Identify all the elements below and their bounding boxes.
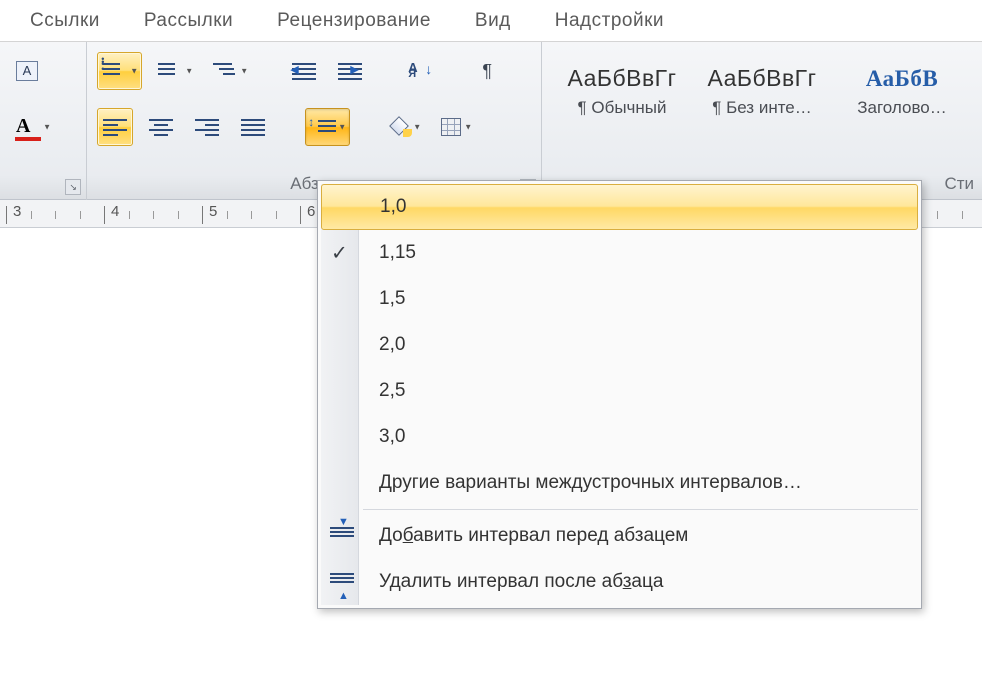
line-spacing-option-2-5[interactable]: 2,5: [321, 368, 918, 414]
styles-group: АаБбВвГг ¶ Обычный АаБбВвГг ¶ Без инте… …: [542, 42, 982, 200]
bullets-icon: [103, 60, 127, 82]
borders-icon: [441, 118, 461, 136]
style-sample: АаБбВ: [866, 65, 938, 92]
font-dialog-launcher[interactable]: ↘: [65, 179, 81, 195]
line-spacing-menu: 1,0 ✓ 1,15 1,5 2,0 2,5 3,0 Другие вариан…: [317, 180, 922, 609]
style-sample: АаБбВвГг: [707, 65, 816, 92]
align-right-button[interactable]: [189, 108, 225, 146]
menu-item-label: 2,0: [379, 334, 405, 356]
chevron-down-icon: ▼: [338, 123, 346, 132]
tab-references[interactable]: Ссылки: [30, 10, 100, 32]
menu-item-label: 3,0: [379, 426, 405, 448]
chevron-down-icon: ▼: [240, 67, 248, 76]
tab-addins[interactable]: Надстройки: [555, 10, 664, 32]
remove-space-after-paragraph[interactable]: ▲ Удалить интервал после абзаца: [321, 559, 918, 605]
tab-view[interactable]: Вид: [475, 10, 511, 32]
align-center-button[interactable]: [143, 108, 179, 146]
remove-space-after-icon: ▲: [330, 571, 354, 593]
decrease-indent-icon: ◀: [292, 60, 316, 82]
menu-item-label: 1,5: [379, 288, 405, 310]
line-spacing-option-1-0[interactable]: 1,0: [321, 184, 918, 230]
menu-item-label: 1,0: [380, 196, 406, 218]
align-right-icon: [195, 116, 219, 138]
menu-separator: [363, 509, 918, 510]
style-label: ¶ Обычный: [578, 98, 667, 118]
checkmark-icon: ✓: [331, 241, 348, 266]
decrease-indent-button[interactable]: ◀: [286, 52, 322, 90]
align-left-icon: [103, 116, 127, 138]
menu-item-label: Удалить интервал после абзаца: [379, 571, 663, 593]
styles-group-label: Сти: [944, 174, 974, 194]
shading-button[interactable]: ▼: [384, 108, 425, 146]
shading-icon: [390, 119, 410, 135]
ruler-number: 5: [209, 203, 217, 220]
style-tile-normal[interactable]: АаБбВвГг ¶ Обычный: [552, 52, 692, 130]
align-justify-icon: [241, 116, 265, 138]
chevron-down-icon: ▼: [43, 123, 51, 132]
chevron-down-icon: ▼: [130, 67, 138, 76]
line-spacing-options[interactable]: Другие варианты междустрочных интервалов…: [321, 460, 918, 506]
chevron-down-icon: ▼: [413, 123, 421, 132]
char-shading-icon: A: [16, 61, 38, 81]
character-shading-button[interactable]: A: [10, 52, 44, 90]
line-spacing-option-1-5[interactable]: 1,5: [321, 276, 918, 322]
line-spacing-button[interactable]: ↕ ▼: [305, 108, 350, 146]
add-space-before-icon: ▼: [330, 525, 354, 547]
chevron-down-icon: ▼: [464, 123, 472, 132]
paragraph-group: ▼ ▼ ▼ ◀ ▶ АЯ↓: [87, 42, 542, 200]
font-group-partial: A A ▼ ↘: [0, 42, 87, 200]
sort-icon: АЯ↓: [408, 61, 430, 81]
pilcrow-icon: ¶: [482, 62, 492, 80]
style-label: Заголово…: [857, 98, 947, 118]
tab-mailings[interactable]: Рассылки: [144, 10, 233, 32]
font-color-button[interactable]: A ▼: [10, 108, 55, 146]
line-spacing-option-2-0[interactable]: 2,0: [321, 322, 918, 368]
ruler-number: 6: [307, 203, 315, 220]
bullets-button[interactable]: ▼: [97, 52, 142, 90]
numbering-button[interactable]: ▼: [152, 52, 197, 90]
increase-indent-button[interactable]: ▶: [332, 52, 368, 90]
multilevel-list-button[interactable]: ▼: [207, 52, 252, 90]
menu-item-label: Добавить интервал перед абзацем: [379, 525, 688, 547]
numbering-icon: [158, 60, 182, 82]
line-spacing-option-1-15[interactable]: ✓ 1,15: [321, 230, 918, 276]
style-tile-nospacing[interactable]: АаБбВвГг ¶ Без инте…: [692, 52, 832, 130]
font-color-icon: A: [16, 116, 40, 138]
align-justify-button[interactable]: [235, 108, 271, 146]
style-tile-heading1[interactable]: АаБбВ Заголово…: [832, 52, 972, 130]
chevron-down-icon: ▼: [185, 67, 193, 76]
line-spacing-icon: ↕: [311, 116, 335, 138]
style-label: ¶ Без инте…: [712, 98, 812, 118]
add-space-before-paragraph[interactable]: ▼ Добавить интервал перед абзацем: [321, 513, 918, 559]
ruler-number: 3: [13, 203, 21, 220]
align-center-icon: [149, 116, 173, 138]
menu-item-label: 1,15: [379, 242, 416, 264]
ruler-number: 4: [111, 203, 119, 220]
tab-review[interactable]: Рецензирование: [277, 10, 431, 32]
show-pilcrow-button[interactable]: ¶: [470, 52, 504, 90]
borders-button[interactable]: ▼: [435, 108, 476, 146]
menu-item-label: Другие варианты междустрочных интервалов…: [379, 472, 802, 494]
ribbon: A A ▼ ↘ ▼ ▼: [0, 42, 982, 200]
increase-indent-icon: ▶: [338, 60, 362, 82]
align-left-button[interactable]: [97, 108, 133, 146]
multilevel-list-icon: [213, 60, 237, 82]
ribbon-tabs: Ссылки Рассылки Рецензирование Вид Надст…: [0, 0, 982, 42]
line-spacing-option-3-0[interactable]: 3,0: [321, 414, 918, 460]
sort-button[interactable]: АЯ↓: [402, 52, 436, 90]
style-sample: АаБбВвГг: [567, 65, 676, 92]
menu-item-label: 2,5: [379, 380, 405, 402]
